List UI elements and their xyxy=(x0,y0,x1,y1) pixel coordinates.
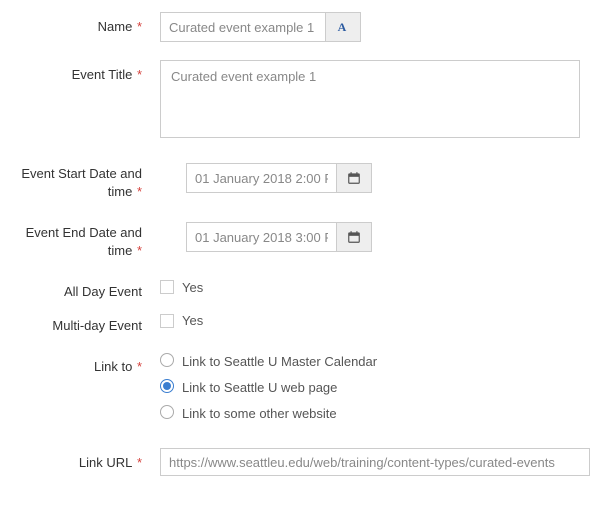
end-date-input[interactable] xyxy=(187,223,337,251)
name-label: Name * xyxy=(0,12,160,36)
link-to-radio-master-calendar[interactable] xyxy=(160,353,174,367)
start-date-input[interactable] xyxy=(187,164,337,192)
calendar-icon xyxy=(347,230,361,244)
all-day-label: All Day Event xyxy=(0,277,160,301)
multi-day-checkbox-label: Yes xyxy=(182,313,203,328)
event-form: Name * A Event Title * Curated event exa… xyxy=(0,0,611,502)
link-to-label: Link to * xyxy=(0,352,160,376)
link-to-radio-label: Link to some other website xyxy=(182,405,390,423)
link-to-radio-web-page[interactable] xyxy=(160,379,174,393)
all-day-checkbox[interactable] xyxy=(160,280,174,294)
event-title-textarea[interactable]: Curated event example 1 xyxy=(160,60,580,138)
name-text-tool-button[interactable]: A xyxy=(326,13,360,41)
end-date-label: Event End Date and time * xyxy=(0,218,160,259)
font-icon: A xyxy=(335,19,351,35)
link-to-radio-group: Link to Seattle U Master Calendar Link t… xyxy=(160,352,390,424)
start-date-label: Event Start Date and time * xyxy=(0,159,160,200)
all-day-checkbox-label: Yes xyxy=(182,280,203,295)
multi-day-checkbox[interactable] xyxy=(160,314,174,328)
end-date-picker-button[interactable] xyxy=(337,223,371,251)
svg-text:A: A xyxy=(338,20,347,34)
event-title-label: Event Title * xyxy=(0,60,160,84)
start-date-group xyxy=(186,163,372,193)
link-to-radio-label: Link to Seattle U web page xyxy=(182,379,390,397)
multi-day-label: Multi-day Event xyxy=(0,311,160,335)
start-date-picker-button[interactable] xyxy=(337,164,371,192)
calendar-icon xyxy=(347,171,361,185)
link-url-label: Link URL * xyxy=(0,448,160,472)
link-to-radio-label: Link to Seattle U Master Calendar xyxy=(182,353,390,371)
link-url-input[interactable] xyxy=(160,448,590,476)
name-input-group: A xyxy=(160,12,361,42)
end-date-group xyxy=(186,222,372,252)
name-input[interactable] xyxy=(161,13,326,41)
link-to-radio-other-website[interactable] xyxy=(160,405,174,419)
